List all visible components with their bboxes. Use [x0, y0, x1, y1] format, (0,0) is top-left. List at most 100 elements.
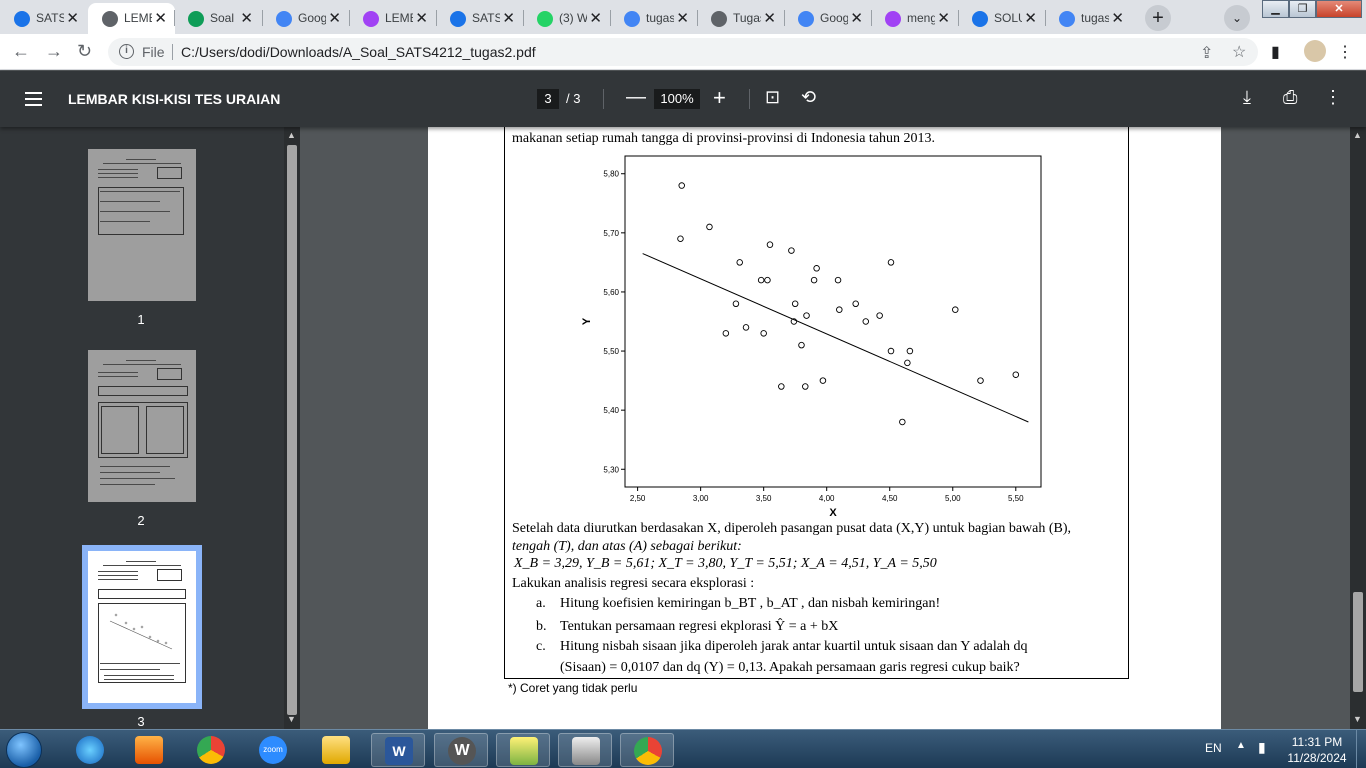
- profile-avatar[interactable]: [1304, 40, 1326, 62]
- zoom-input[interactable]: 100%: [654, 89, 700, 109]
- chrome-icon[interactable]: [184, 733, 238, 767]
- tab-close-icon[interactable]: ✕: [937, 9, 950, 27]
- print-icon[interactable]: ⎙: [1283, 87, 1297, 108]
- close-window-button[interactable]: ✕: [1316, 0, 1362, 18]
- page-thumbnail-2[interactable]: [88, 350, 196, 502]
- wps-icon[interactable]: W: [434, 733, 488, 767]
- tab-close-icon[interactable]: ✕: [415, 9, 428, 27]
- new-tab-button[interactable]: +: [1145, 5, 1171, 31]
- tab-close-icon[interactable]: ✕: [240, 9, 253, 27]
- google-icon: [624, 11, 640, 27]
- download-icon[interactable]: ⤓: [1243, 87, 1251, 108]
- data-point: [852, 300, 859, 308]
- pdf-viewer: ▬▬▬▬ ▬▬▬▬ ▬▬▬▬▬ ▬▬▬▬ ▬▬▬▬▬ ▬▬▬ ▬▬▬▬▬ ▬▬▬…: [300, 127, 1350, 729]
- tab-title: tugas: [1081, 11, 1109, 25]
- network-icon[interactable]: ▮: [1258, 739, 1266, 756]
- tab-close-icon[interactable]: ✕: [154, 9, 167, 27]
- scroll-up-icon[interactable]: ▲: [287, 130, 296, 140]
- y-tick-label: 5,60: [603, 288, 619, 297]
- chrome-window-icon[interactable]: [620, 733, 674, 767]
- maximize-button[interactable]: ❐: [1289, 0, 1316, 18]
- browser-tab[interactable]: Google✕: [262, 3, 349, 34]
- tab-close-icon[interactable]: ✕: [850, 9, 863, 27]
- s-logo-icon: [972, 11, 988, 27]
- start-button[interactable]: [6, 732, 42, 768]
- tab-close-icon[interactable]: ✕: [66, 9, 79, 27]
- word-icon[interactable]: W: [371, 733, 425, 767]
- show-desktop-button[interactable]: [1356, 730, 1366, 768]
- tab-close-icon[interactable]: ✕: [328, 9, 341, 27]
- center-values: X_B = 3,29, Y_B = 5,61; X_T = 3,80, Y_T …: [514, 556, 937, 571]
- item-marker: c.: [536, 639, 546, 654]
- tray-expand-icon[interactable]: ▲: [1236, 740, 1246, 751]
- tab-close-icon[interactable]: ✕: [502, 9, 515, 27]
- more-actions-icon[interactable]: ⋮: [1324, 87, 1342, 108]
- side-panel-icon[interactable]: ▮: [1271, 42, 1280, 62]
- scanner-app-icon[interactable]: [558, 733, 612, 767]
- item-text: Hitung nisbah sisaan jika diperoleh jara…: [560, 639, 1028, 654]
- browser-tab[interactable]: (3) WhatsApp✕: [523, 3, 610, 34]
- data-point: [760, 330, 767, 337]
- tab-separator: [436, 10, 437, 26]
- scrollbar-thumb[interactable]: [1353, 592, 1363, 692]
- zoom-out-button[interactable]: —: [626, 86, 646, 109]
- data-point: [788, 247, 795, 254]
- reload-icon[interactable]: ↻: [77, 41, 92, 62]
- tab-close-icon[interactable]: ✕: [589, 9, 602, 27]
- bookmark-star-icon[interactable]: ☆: [1232, 42, 1246, 62]
- data-point: [778, 383, 785, 390]
- browser-tab[interactable]: menghitung✕: [871, 3, 958, 34]
- menu-icon[interactable]: [25, 92, 42, 106]
- tab-title: Google: [298, 11, 326, 25]
- browser-menu-icon[interactable]: ⋮: [1337, 42, 1353, 62]
- tab-close-icon[interactable]: ✕: [1111, 9, 1124, 27]
- language-indicator[interactable]: EN: [1205, 741, 1222, 755]
- internet-explorer-icon[interactable]: [63, 733, 117, 767]
- notes-app-icon[interactable]: [496, 733, 550, 767]
- rotate-icon[interactable]: ⟲: [801, 87, 816, 108]
- browser-tab[interactable]: tugas ✕: [1045, 3, 1132, 34]
- browser-tab[interactable]: LEMBAR✕: [349, 3, 436, 34]
- tab-search-button[interactable]: ⌄: [1224, 5, 1250, 31]
- page-number-input[interactable]: 3: [537, 89, 559, 109]
- url-text[interactable]: C:/Users/dodi/Downloads/A_Soal_SATS4212_…: [181, 44, 536, 60]
- tab-title: Tugas: [733, 11, 761, 25]
- viewer-scrollbar[interactable]: ▲ ▼: [1350, 127, 1366, 729]
- browser-tab[interactable]: LEMBAR KISI-KISI TES URAIAN✕: [88, 3, 175, 34]
- browser-tab[interactable]: Google✕: [784, 3, 871, 34]
- scrollbar-thumb[interactable]: [287, 145, 297, 715]
- tab-title: SATS: [472, 11, 500, 25]
- browser-tab[interactable]: Tugas✕: [697, 3, 784, 34]
- item-text: Hitung koefisien kemiringan b_BT , b_AT …: [560, 596, 941, 611]
- media-player-icon[interactable]: [122, 733, 176, 767]
- browser-tab[interactable]: SATS ✕: [436, 3, 523, 34]
- browser-tab[interactable]: SOLUSI✕: [958, 3, 1045, 34]
- page-thumbnail-3[interactable]: [82, 545, 202, 709]
- scheme-label: File: [142, 44, 165, 60]
- tab-close-icon[interactable]: ✕: [763, 9, 776, 27]
- data-point: [678, 182, 685, 189]
- clock[interactable]: 11:31 PM 11/28/2024: [1283, 734, 1351, 766]
- file-explorer-icon[interactable]: [309, 733, 363, 767]
- forward-icon[interactable]: →: [45, 41, 63, 62]
- tab-separator: [523, 10, 524, 26]
- zoom-in-button[interactable]: +: [713, 85, 726, 111]
- back-icon[interactable]: ←: [12, 41, 30, 62]
- tab-separator: [174, 10, 175, 26]
- scroll-down-icon[interactable]: ▼: [287, 714, 296, 724]
- browser-tab[interactable]: SATS ✕: [0, 3, 87, 34]
- share-icon[interactable]: ⇪: [1200, 43, 1213, 63]
- scroll-down-icon[interactable]: ▼: [1353, 714, 1362, 724]
- sidebar-scrollbar[interactable]: ▲ ▼: [284, 127, 300, 729]
- tab-close-icon[interactable]: ✕: [1024, 9, 1037, 27]
- fit-page-icon[interactable]: ⊡: [765, 87, 780, 108]
- info-icon[interactable]: i: [119, 44, 134, 59]
- browser-tab[interactable]: Soal ✕: [174, 3, 261, 34]
- minimize-button[interactable]: ▁: [1262, 0, 1289, 18]
- scroll-up-icon[interactable]: ▲: [1353, 130, 1362, 140]
- page-thumbnail-1[interactable]: [88, 149, 196, 301]
- tab-close-icon[interactable]: ✕: [676, 9, 689, 27]
- zoom-icon[interactable]: zoom: [246, 733, 300, 767]
- browser-tab[interactable]: tugas ✕: [610, 3, 697, 34]
- address-bar[interactable]: i File C:/Users/dodi/Downloads/A_Soal_SA…: [108, 38, 1258, 66]
